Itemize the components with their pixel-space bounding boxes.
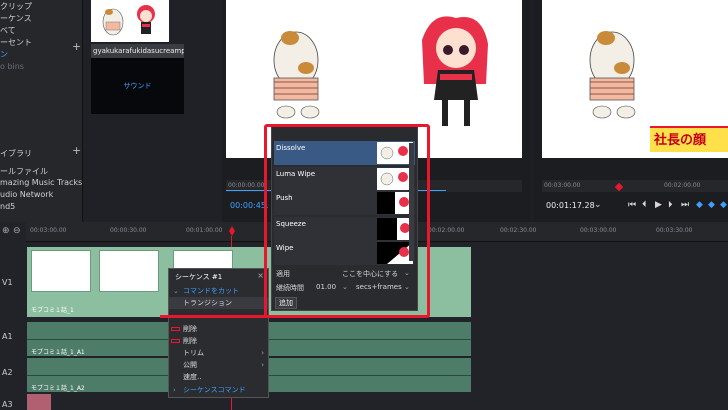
menu-item-publish[interactable]: 公開 ›: [169, 359, 268, 371]
library-item[interactable]: ールファイル: [0, 166, 48, 177]
program-ruler[interactable]: 00:03:00.00 00:02:00.00: [542, 180, 728, 192]
subtitle-banner: 社長の顔: [650, 126, 728, 152]
skip-end-icon[interactable]: ⏭: [681, 200, 689, 210]
bin-item-selected[interactable]: ン: [0, 49, 8, 60]
menu-item-transition[interactable]: トランジション: [169, 297, 268, 309]
no-bins-text: o bins: [0, 62, 24, 71]
audio-clip-a1-name: モブコミ１話_1_A1: [31, 349, 85, 356]
program-viewer-panel: 00:03:00.00 00:02:00.00 00:01:17.28 ⌄ ⏮ …: [534, 0, 728, 222]
play-icon[interactable]: ▶: [655, 200, 662, 210]
program-timecode[interactable]: 00:01:17.28: [546, 201, 595, 210]
chevron-right-icon: ›: [261, 349, 264, 357]
library-header: イブラリ: [0, 149, 32, 158]
clip-thumbnail: [31, 250, 91, 292]
menu-item-label: 削除: [183, 337, 197, 345]
delete-icon: [171, 327, 180, 331]
program-ruler-tick: 00:02:00.00: [664, 182, 701, 189]
video-clip-name: モブコミ１話_1: [31, 307, 74, 314]
source-ruler-tick: 00:00:00.00: [228, 182, 265, 189]
step-back-icon[interactable]: ⏴: [642, 200, 647, 210]
timeline-tick: 00:00:30.00: [110, 227, 147, 234]
zoom-out-icon[interactable]: ⊖: [13, 226, 21, 236]
skip-start-icon[interactable]: ⏮: [628, 200, 636, 210]
mark-in-icon[interactable]: ◆: [696, 200, 703, 210]
dropdown-icon[interactable]: ⌄: [594, 200, 602, 210]
close-icon[interactable]: ×: [257, 271, 264, 280]
step-forward-icon[interactable]: ⏵: [668, 200, 673, 210]
menu-item-label: トリム: [183, 349, 204, 357]
menu-item-speed[interactable]: 速度..: [169, 371, 268, 383]
clip-thumbnail: [99, 250, 159, 292]
timeline-tick: 00:01:00.00: [186, 227, 223, 234]
context-menu: シーケンス #1 × ⌄ コマンドをカット トランジション 削除 削除 トリム …: [168, 268, 269, 398]
audio-clip-a3[interactable]: [27, 394, 51, 410]
chevron-down-icon: ⌄: [173, 287, 179, 295]
timeline-tick: 00:03:30.00: [656, 227, 693, 234]
mark-out-icon[interactable]: ◆: [708, 200, 715, 210]
timeline-tick: 00:02:00.00: [428, 227, 465, 234]
menu-item-label: 公開: [183, 361, 197, 369]
timeline-tick: 00:02:30.00: [500, 227, 537, 234]
library-item[interactable]: mazing Music Tracks: [0, 178, 82, 187]
add-library-icon[interactable]: +: [72, 144, 81, 157]
add-bin-icon[interactable]: +: [72, 40, 81, 53]
menu-item-label: 削除: [183, 325, 197, 333]
chevron-right-icon: ›: [173, 386, 176, 394]
track-label-v1: V1: [2, 278, 13, 287]
menu-item-delete-2[interactable]: 削除: [169, 335, 268, 347]
sound-tile[interactable]: サウンド: [91, 58, 184, 114]
zoom-controls: ⊕ ⊖: [0, 226, 26, 240]
mark-clip-icon[interactable]: ◆: [720, 200, 727, 210]
highlight-connector: [160, 315, 268, 318]
menu-item-sequence-commands[interactable]: › シーケンスコマンド: [169, 384, 268, 396]
bins-panel: クリップ ーケンス べて ーセント + ン o bins イブラリ + ールファ…: [0, 0, 82, 222]
delete-icon: [171, 339, 180, 343]
menu-item-label: コマンドをカット: [183, 287, 239, 295]
program-ruler-tick: 00:03:00.00: [544, 182, 581, 189]
menu-item-label: シーケンスコマンド: [183, 386, 246, 394]
bin-item[interactable]: べて: [0, 25, 16, 36]
library-item[interactable]: udio Network: [0, 190, 53, 199]
media-filename[interactable]: gyakukarafukidasucreampu: [91, 44, 184, 58]
media-thumbnail[interactable]: [91, 0, 169, 42]
menu-item-delete[interactable]: 削除: [169, 323, 268, 335]
highlight-box: [264, 124, 430, 318]
timeline-tick: 00:03:00.00: [30, 227, 67, 234]
track-label-a1: A1: [2, 332, 13, 341]
menu-item-trim[interactable]: トリム ›: [169, 347, 268, 359]
zoom-in-icon[interactable]: ⊕: [2, 226, 10, 236]
bin-item[interactable]: クリップ: [0, 1, 32, 12]
bin-item[interactable]: ーケンス: [0, 13, 32, 24]
timeline-tick: 00:03:00.00: [580, 227, 617, 234]
media-panel: gyakukarafukidasucreampu サウンド: [82, 0, 222, 222]
menu-item-cut-command[interactable]: ⌄ コマンドをカット: [169, 285, 268, 297]
source-timecode[interactable]: 00:00:45.: [230, 201, 268, 210]
chevron-right-icon: ›: [261, 361, 264, 369]
library-item[interactable]: nd5: [0, 202, 15, 211]
track-label-a3: A3: [2, 400, 13, 409]
bin-item[interactable]: ーセント: [0, 37, 32, 48]
audio-clip-a2-name: モブコミ１話_1_A2: [31, 385, 85, 392]
track-label-a2: A2: [2, 368, 13, 377]
menu-title: シーケンス #1: [175, 273, 223, 281]
